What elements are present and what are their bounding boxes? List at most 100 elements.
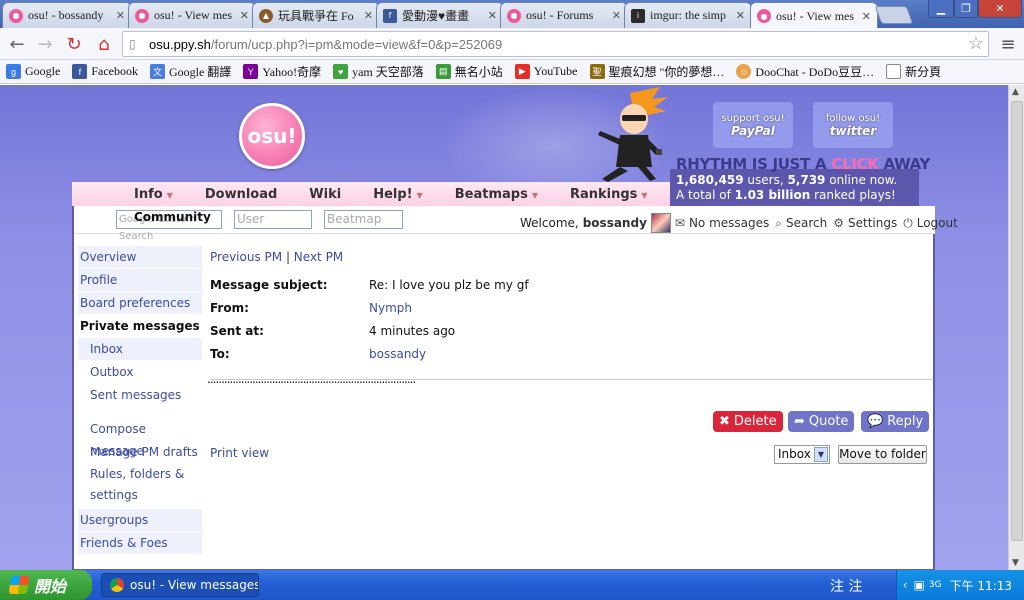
nav-info[interactable]: Info ▼ bbox=[134, 187, 173, 202]
sidebar-item-manage-drafts[interactable]: Manage PM drafts bbox=[78, 441, 202, 463]
bookmark-label: yam 天空部落 bbox=[352, 65, 424, 79]
tab-4[interactable]: f 愛動漫♥畫畫 ✕ bbox=[376, 2, 504, 28]
reload-icon[interactable]: ↻ bbox=[63, 33, 85, 55]
tab-title: osu! - Forums bbox=[526, 8, 594, 22]
avatar[interactable] bbox=[650, 213, 671, 233]
tab-6[interactable]: i imgur: the simp ✕ bbox=[624, 2, 752, 28]
close-tab-icon[interactable]: ✕ bbox=[612, 9, 621, 22]
bookmark-google[interactable]: g Google bbox=[6, 64, 60, 79]
sidebar-item-outbox[interactable]: Outbox bbox=[78, 361, 202, 383]
nav-rankings[interactable]: Rankings ▼ bbox=[570, 187, 648, 202]
settings-link[interactable]: Settings bbox=[848, 216, 897, 230]
sidebar-item-rules-folders[interactable]: Rules, folders & bbox=[78, 464, 202, 484]
page-scrollbar[interactable]: ▲ ▼ bbox=[1008, 85, 1024, 570]
move-to-folder-button[interactable]: Move to folder bbox=[838, 445, 927, 464]
bookmark-yahoo[interactable]: Y Yahoo!奇摩 bbox=[243, 63, 321, 80]
online-label: online now. bbox=[825, 173, 898, 187]
tray-3g-icon[interactable]: 3G bbox=[929, 580, 942, 590]
new-tab-button[interactable] bbox=[874, 6, 914, 24]
sidebar-item-compose-message[interactable]: Compose message bbox=[78, 418, 202, 458]
print-view-link[interactable]: Print view bbox=[210, 446, 269, 460]
sidebar-item-overview[interactable]: Overview bbox=[78, 246, 202, 268]
username-link[interactable]: bossandy bbox=[583, 216, 647, 230]
maximize-button[interactable]: ❐ bbox=[954, 0, 978, 18]
search-link[interactable]: Search bbox=[786, 216, 827, 230]
bookmark-yam[interactable]: ♥ yam 天空部落 bbox=[333, 63, 424, 80]
bookmark-youtube[interactable]: ▶ YouTube bbox=[514, 64, 578, 79]
osu-logo[interactable]: osu! bbox=[239, 103, 305, 169]
sidebar-item-sent-messages[interactable]: Sent messages bbox=[78, 384, 202, 406]
sidebar-item-profile[interactable]: Profile bbox=[78, 269, 202, 291]
forward-arrow-icon[interactable]: → bbox=[34, 33, 56, 55]
close-tab-icon[interactable]: ✕ bbox=[116, 9, 125, 22]
tab-7-active[interactable]: ● osu! - View mes ✕ bbox=[750, 2, 878, 29]
sidebar-item-friends-foes[interactable]: Friends & Foes bbox=[78, 532, 202, 554]
bookmark-wretch[interactable]: ▤ 無名小站 bbox=[435, 63, 503, 80]
network-icon[interactable]: ▣ bbox=[914, 578, 925, 592]
plays-post: ranked plays! bbox=[810, 188, 896, 202]
scroll-up-icon[interactable]: ▲ bbox=[1012, 87, 1019, 97]
nav-beatmaps[interactable]: Beatmaps ▼ bbox=[455, 187, 538, 202]
quote-button[interactable]: ➦ Quote bbox=[788, 411, 855, 432]
mail-icon: ✉ bbox=[674, 216, 685, 230]
close-tab-icon[interactable]: ✕ bbox=[240, 9, 249, 22]
twitter-follow-badge[interactable]: follow osu! twitter bbox=[813, 102, 893, 148]
home-icon[interactable]: ⌂ bbox=[93, 33, 115, 55]
delete-button[interactable]: ✖ Delete bbox=[713, 411, 783, 432]
nav-community[interactable]: Community bbox=[134, 210, 211, 224]
sidebar-item-usergroups[interactable]: Usergroups bbox=[78, 509, 202, 531]
ime-indicator[interactable]: 注 注 bbox=[830, 576, 862, 596]
sidebar-item-rules-folders-cont[interactable]: settings bbox=[78, 484, 202, 506]
bookmark-new-tab-page[interactable]: 新分頁 bbox=[886, 63, 941, 80]
taskbar-chrome-window[interactable]: osu! - View messages -... bbox=[101, 573, 259, 597]
tab-3[interactable]: ▲ 玩具戰爭在 Fo ✕ bbox=[252, 2, 380, 28]
close-window-button[interactable]: ✕ bbox=[978, 0, 1022, 18]
clock[interactable]: 下午 11:13 bbox=[950, 577, 1012, 594]
nav-wiki[interactable]: Wiki bbox=[309, 187, 341, 202]
bookmark-star-icon[interactable]: ☆ bbox=[968, 33, 984, 54]
plays-pre: A total of bbox=[676, 188, 735, 202]
paypal-support-badge[interactable]: support osu! PayPal bbox=[713, 102, 793, 148]
power-icon: ⏻ bbox=[903, 215, 913, 230]
tab-2[interactable]: ● osu! - View mes ✕ bbox=[128, 2, 256, 28]
tab-title: 玩具戰爭在 Fo bbox=[278, 9, 354, 23]
sender-link[interactable]: Nymph bbox=[369, 297, 412, 320]
messages-link[interactable]: No messages bbox=[689, 216, 769, 230]
logout-link[interactable]: Logout bbox=[917, 216, 958, 230]
close-tab-icon[interactable]: ✕ bbox=[736, 9, 745, 22]
previous-pm-link[interactable]: Previous PM bbox=[210, 250, 282, 264]
close-tab-icon[interactable]: ✕ bbox=[862, 10, 871, 23]
osu-page: osu! support osu! PayPal follow osu! twi… bbox=[0, 85, 1008, 570]
tab-5[interactable]: ● osu! - Forums ✕ bbox=[500, 2, 628, 28]
tab-title: osu! - bossandy bbox=[28, 8, 104, 22]
scrollbar-thumb[interactable] bbox=[1011, 101, 1023, 541]
next-pm-link[interactable]: Next PM bbox=[294, 250, 343, 264]
sidebar-heading-private-messages[interactable]: Private messages bbox=[78, 315, 202, 337]
beatmap-search-input[interactable]: Beatmap bbox=[324, 210, 403, 229]
scroll-down-icon[interactable]: ▼ bbox=[1012, 558, 1019, 568]
bookmark-facebook[interactable]: f Facebook bbox=[72, 64, 138, 79]
recipient-link[interactable]: bossandy bbox=[369, 343, 426, 366]
close-tab-icon[interactable]: ✕ bbox=[488, 9, 497, 22]
minimize-button[interactable]: ▁ bbox=[928, 0, 954, 18]
close-tab-icon[interactable]: ✕ bbox=[364, 9, 373, 22]
bookmark-game[interactable]: 聖聖痕幻想 "你的夢想… bbox=[589, 63, 724, 80]
nav-help[interactable]: Help! ▼ bbox=[373, 187, 423, 202]
bookmark-google-translate[interactable]: 文 Google 翻譯 bbox=[149, 63, 231, 80]
facebook-icon: f bbox=[383, 8, 397, 23]
start-button[interactable]: 開始 bbox=[0, 570, 92, 600]
address-bar[interactable]: ▯ osu.ppy.sh/forum/ucp.php?i=pm&mode=vie… bbox=[122, 31, 989, 57]
menu-icon[interactable]: ≡ bbox=[997, 33, 1019, 55]
page-icon: ▯ bbox=[129, 37, 136, 51]
nav-label: Download bbox=[204, 186, 278, 202]
nav-download[interactable]: Download bbox=[205, 187, 277, 202]
bookmark-doochat[interactable]: ☺ DooChat - DoDo豆豆… bbox=[736, 63, 874, 80]
sidebar-item-inbox[interactable]: Inbox bbox=[78, 338, 202, 360]
show-hidden-icons-icon[interactable]: ‹ bbox=[903, 578, 908, 592]
back-arrow-icon[interactable]: ← bbox=[6, 33, 28, 55]
user-search-input[interactable]: User bbox=[234, 210, 312, 229]
tab-1[interactable]: ● osu! - bossandy ✕ bbox=[2, 2, 132, 28]
sidebar-item-board-preferences[interactable]: Board preferences bbox=[78, 292, 202, 314]
reply-button[interactable]: 💬 Reply bbox=[861, 411, 930, 432]
folder-select[interactable]: Inbox ▼ bbox=[774, 445, 830, 464]
